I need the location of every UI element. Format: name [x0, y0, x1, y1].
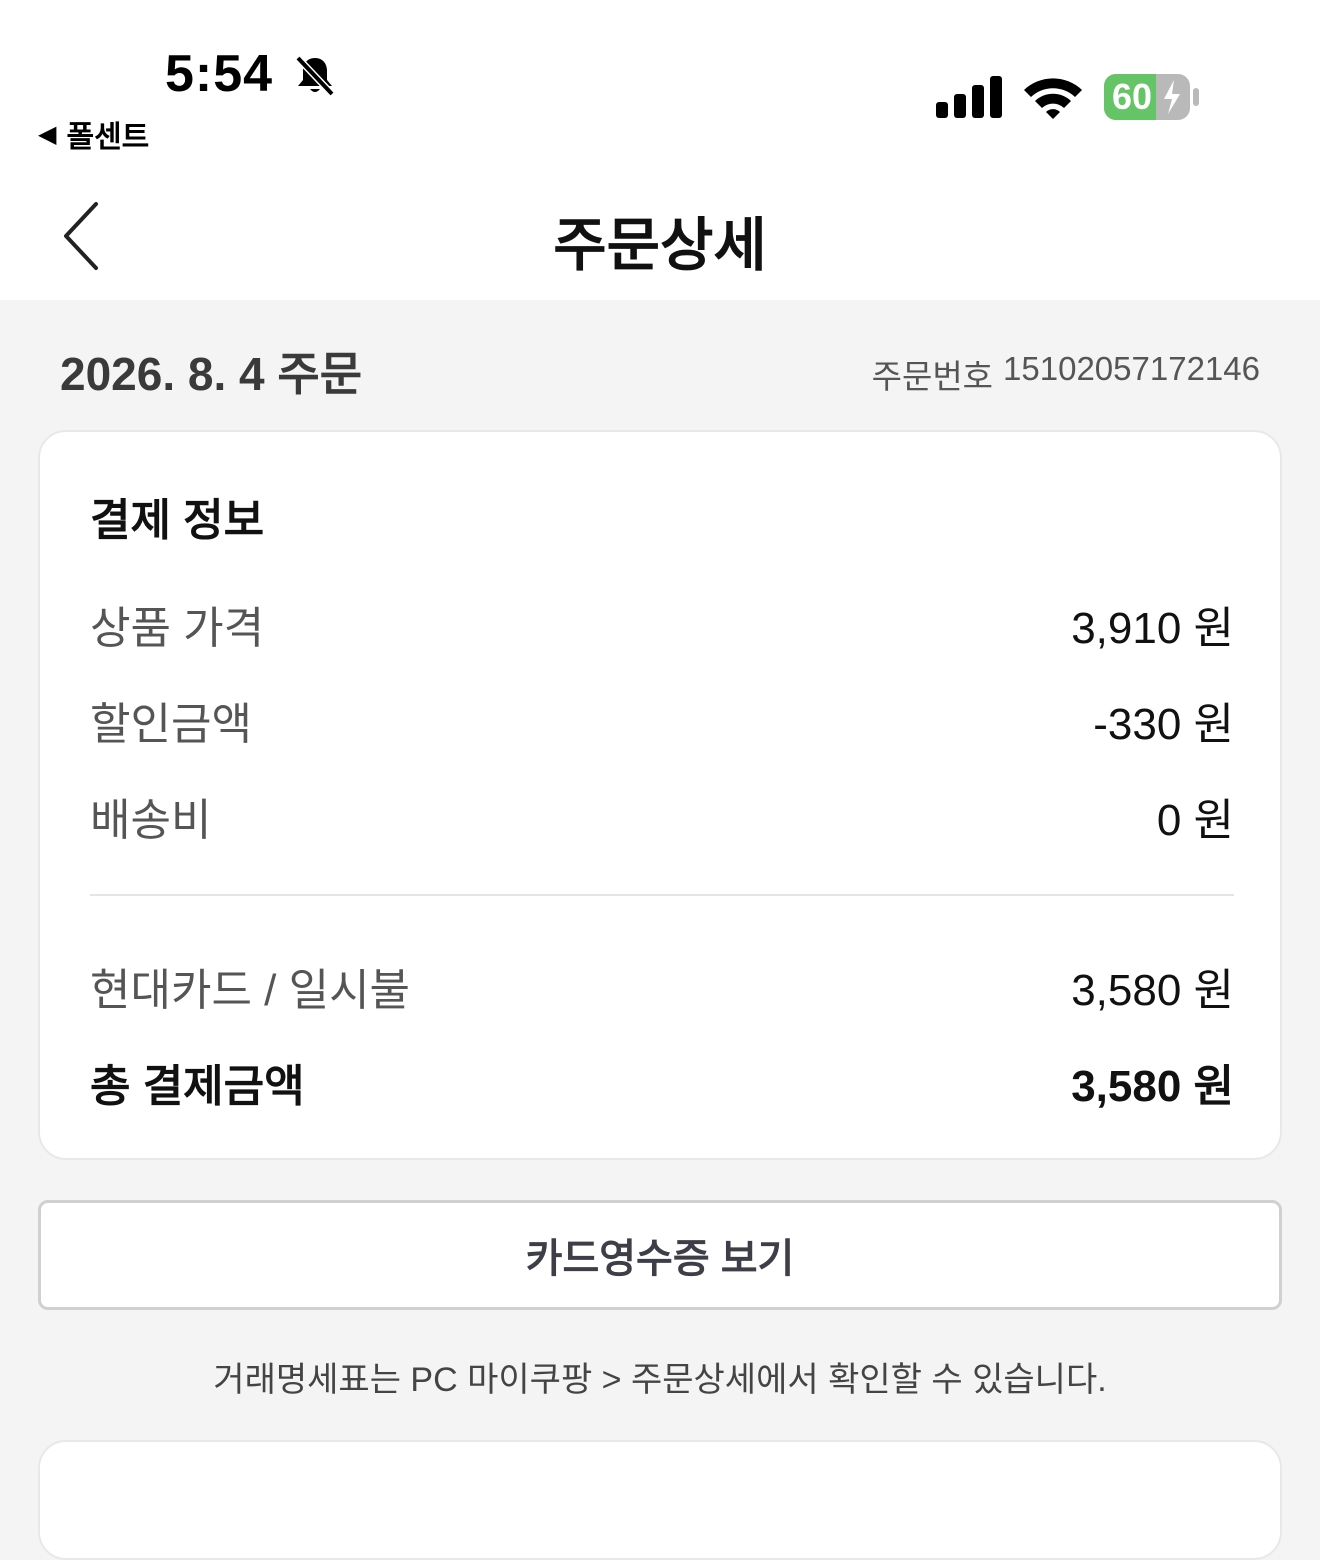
payment-info-card: 결제 정보 상품 가격 3,910 원 할인금액 -330 원 배송비 0 원 …	[38, 430, 1282, 1160]
card-receipt-button[interactable]: 카드영수증 보기	[38, 1200, 1282, 1310]
battery-percent: 60	[1112, 76, 1153, 117]
payment-method-value: 3,580 원	[1071, 966, 1234, 1015]
discount-label: 할인금액	[90, 700, 252, 749]
statement-notice: 거래명세표는 PC 마이쿠팡 > 주문상세에서 확인할 수 있습니다.	[213, 1361, 1107, 1399]
payment-method-label: 현대카드 / 일시불	[90, 966, 411, 1015]
order-number-value: 15102057172146	[1003, 350, 1260, 387]
order-date: 2026. 8. 4 주문	[60, 348, 363, 400]
discount-row: 할인금액 -330 원	[90, 688, 1234, 752]
payment-info-title: 결제 정보	[90, 496, 265, 545]
order-number-label: 주문번호	[871, 358, 994, 395]
total-label: 총 결제금액	[90, 1062, 305, 1111]
total-value: 3,580 원	[1071, 1062, 1234, 1111]
wifi-icon	[1024, 78, 1082, 119]
page-title: 주문상세	[553, 213, 767, 278]
bell-slash-icon	[295, 55, 335, 97]
price-row: 상품 가격 3,910 원	[90, 592, 1234, 656]
price-label: 상품 가격	[90, 604, 265, 653]
shipping-row: 배송비 0 원	[90, 784, 1234, 848]
back-triangle-icon: ◀	[38, 120, 57, 148]
order-number: 주문번호 15102057172146	[872, 350, 1260, 398]
shipping-label: 배송비	[90, 796, 212, 845]
next-section-card	[38, 1440, 1282, 1560]
price-value: 3,910 원	[1071, 604, 1234, 653]
payment-method-row: 현대카드 / 일시불 3,580 원	[90, 954, 1234, 1018]
total-row: 총 결제금액 3,580 원	[90, 1050, 1234, 1114]
shipping-value: 0 원	[1156, 796, 1234, 845]
signal-icon	[936, 76, 1002, 118]
back-to-app-button[interactable]: ◀ 폴센트	[38, 112, 149, 156]
status-time: 5:54	[165, 45, 274, 103]
divider	[90, 894, 1234, 896]
discount-value: -330 원	[1093, 700, 1234, 749]
back-app-label: 폴센트	[66, 121, 150, 154]
